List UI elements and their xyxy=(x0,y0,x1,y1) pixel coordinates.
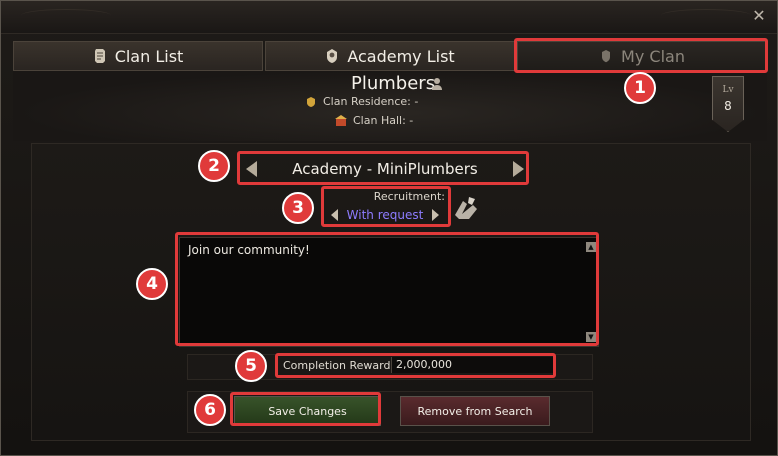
academy-name: Academy - MiniPlumbers xyxy=(292,160,478,178)
title-bar: ✕ xyxy=(1,1,777,34)
tab-bar: Clan List Academy List My Clan xyxy=(13,41,767,71)
clan-residence-row: Clan Residence: - xyxy=(305,95,418,108)
annotation-badge: 5 xyxy=(235,350,267,382)
annotation-badge: 6 xyxy=(194,394,226,426)
recruitment-next-arrow-icon[interactable] xyxy=(432,209,439,221)
clan-name: Plumbers xyxy=(351,73,436,94)
annotation-badge: 1 xyxy=(624,72,656,104)
recruitment-selector: With request xyxy=(331,206,439,224)
next-academy-arrow-icon[interactable] xyxy=(512,161,524,177)
tab-academy-list[interactable]: Academy List xyxy=(265,41,515,71)
completion-reward-label: Completion Reward: xyxy=(283,359,395,372)
clan-hall-row: Clan Hall: - xyxy=(335,114,413,127)
academy-selector: Academy - MiniPlumbers xyxy=(242,155,528,183)
recruitment-value: With request xyxy=(346,208,424,222)
residence-icon xyxy=(307,96,315,107)
annotation-badge: 3 xyxy=(282,192,314,224)
save-changes-button[interactable]: Save Changes xyxy=(234,396,381,426)
hall-icon xyxy=(335,114,347,126)
annotation-badge: 2 xyxy=(198,150,230,182)
completion-reward-input[interactable]: 2,000,000 xyxy=(391,357,553,373)
crest-icon xyxy=(327,49,338,63)
scroll-icon xyxy=(94,49,105,63)
recruit-hand-icon xyxy=(455,197,477,219)
level-label: Lv xyxy=(722,85,734,95)
clan-window: ✕ Clan List Academy List My Clan Plumber… xyxy=(0,0,778,456)
description-text: Join our community! xyxy=(188,243,310,257)
ornament-right xyxy=(661,9,751,22)
clan-residence-text: Clan Residence: - xyxy=(323,95,419,108)
prev-academy-arrow-icon[interactable] xyxy=(246,161,257,177)
shield-icon xyxy=(602,50,611,63)
level-value: 8 xyxy=(724,99,732,113)
clan-hall-text: Clan Hall: - xyxy=(353,114,414,127)
scroll-up-icon[interactable]: ▲ xyxy=(586,242,596,252)
tab-my-clan[interactable]: My Clan xyxy=(517,41,767,71)
close-icon[interactable]: ✕ xyxy=(751,8,767,24)
ornament-left xyxy=(21,9,111,22)
academy-description-textarea[interactable]: Join our community! ▲ ▼ xyxy=(179,237,599,347)
tab-label: My Clan xyxy=(621,46,685,66)
member-icon xyxy=(432,78,442,90)
tab-label: Clan List xyxy=(114,46,184,66)
remove-from-search-button[interactable]: Remove from Search xyxy=(400,396,550,426)
annotation-badge: 4 xyxy=(136,268,168,300)
recruitment-label: Recruitment: xyxy=(373,190,445,203)
scroll-down-icon[interactable]: ▼ xyxy=(586,332,596,342)
recruitment-prev-arrow-icon[interactable] xyxy=(331,209,338,221)
tab-label: Academy List xyxy=(347,46,455,66)
tab-clan-list[interactable]: Clan List xyxy=(13,41,263,71)
